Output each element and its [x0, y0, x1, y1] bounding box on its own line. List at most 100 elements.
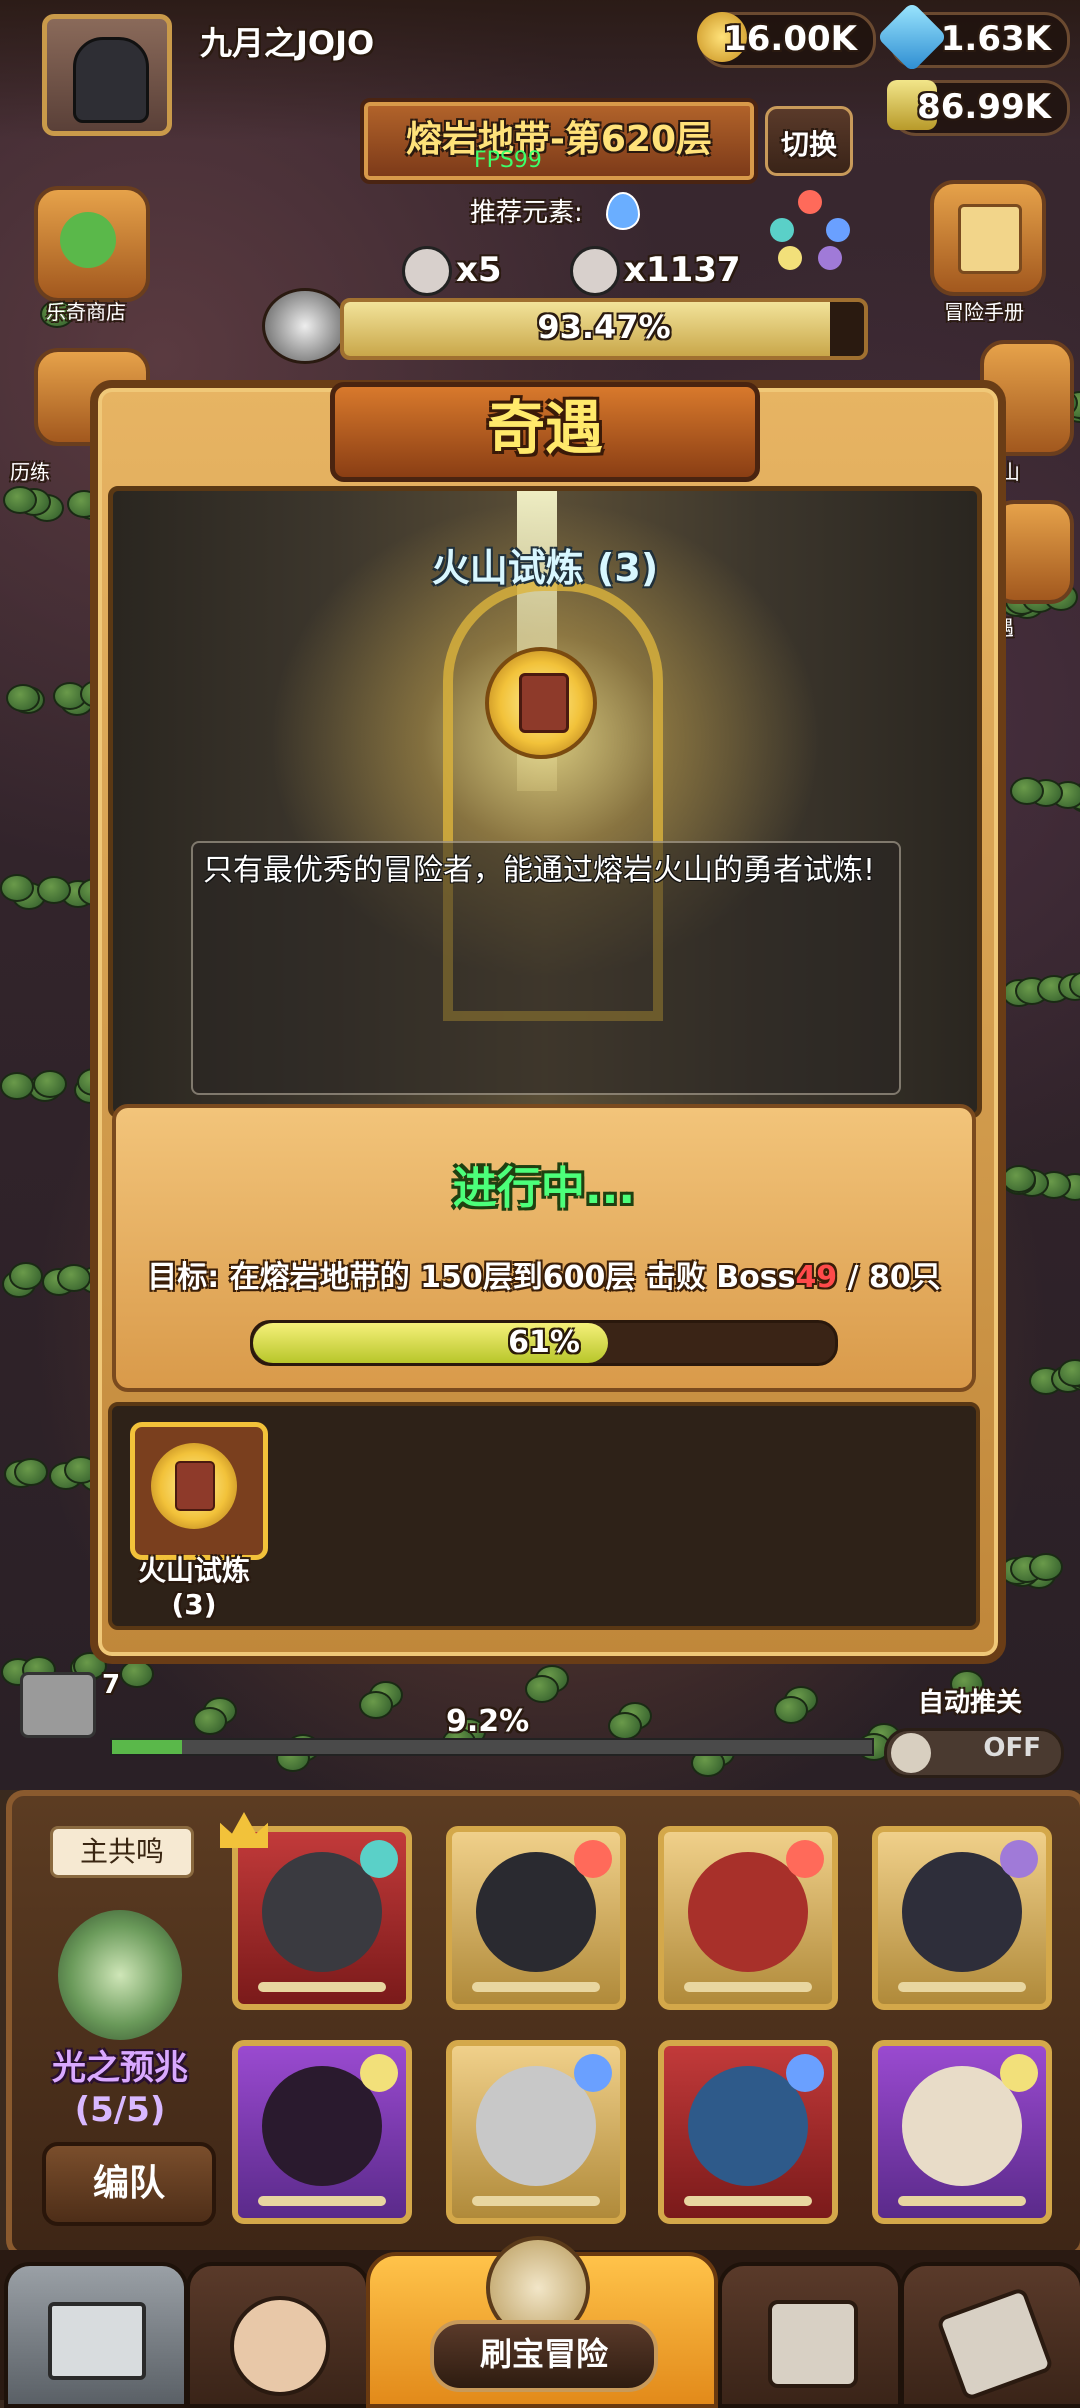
- enemy-minion: [2, 486, 37, 514]
- floor-title: 熔岩地带-第620层: [405, 119, 713, 160]
- emblem-count: (5/5): [74, 2090, 166, 2130]
- enemy-minion: [1029, 1553, 1064, 1581]
- goal-prefix: 目标: 在熔岩地带的 150层到600层 击败 Boss: [147, 1260, 796, 1295]
- clover-icon: [60, 212, 116, 268]
- enemy-minion: [56, 1264, 91, 1292]
- emblem-name: 光之预兆: [52, 2048, 188, 2088]
- hero-card-sorcerer[interactable]: [232, 2040, 412, 2224]
- enemy-minion: [193, 1707, 227, 1735]
- goal-total: / 80只: [837, 1260, 941, 1295]
- nav-adventure-label: 刷宝冒险: [430, 2320, 658, 2392]
- reward-label: 火山试炼 (3): [112, 1554, 276, 1622]
- auto-advance-toggle[interactable]: OFF: [884, 1728, 1064, 1778]
- switch-button[interactable]: 切换: [765, 106, 853, 176]
- reward-area: 火山试炼 (3): [108, 1402, 980, 1630]
- toggle-state: OFF: [983, 1733, 1041, 1763]
- adventure-manual-button[interactable]: [930, 180, 1046, 296]
- trial-medal-icon: [485, 647, 597, 759]
- hero-card-ninja[interactable]: [658, 2040, 838, 2224]
- player-avatar[interactable]: [42, 14, 172, 136]
- hero-hp-bar: [472, 2196, 600, 2206]
- fire-element-icon: [574, 1840, 612, 1878]
- shop-label: 乐奇商店: [46, 300, 126, 324]
- enemy-minion: [32, 1070, 67, 1098]
- boss-skull-icon: [402, 246, 452, 296]
- goal-text: 目标: 在熔岩地带的 150层到600层 击败 Boss49 / 80只: [116, 1252, 972, 1296]
- enemy-kill-count: x1137: [624, 250, 741, 290]
- light-element-icon: [360, 2054, 398, 2092]
- hammer-icon: [935, 2286, 1055, 2402]
- switch-label: 切换: [780, 128, 837, 161]
- player-name: 九月之JOJO: [200, 24, 375, 62]
- boss-progress-text: 93.47%: [537, 308, 671, 346]
- water-element-icon: [606, 192, 640, 230]
- dialog-title: 奇遇: [486, 394, 603, 462]
- emblem-icon[interactable]: [58, 1910, 182, 2040]
- history-label: 历练: [10, 460, 50, 484]
- hero-hp-bar: [898, 1982, 1026, 1992]
- hero-face-icon: [230, 2296, 330, 2396]
- chest-icon[interactable]: [20, 1672, 96, 1738]
- shop-button[interactable]: [34, 186, 150, 302]
- gold-counter: 16.00K: [697, 12, 876, 68]
- enemy-skull-icon: [570, 246, 620, 296]
- reward-item[interactable]: [130, 1422, 268, 1560]
- potion-value: 86.99K: [917, 87, 1051, 127]
- book-icon: [519, 673, 569, 733]
- nav-forge-button[interactable]: [900, 2262, 1080, 2408]
- hero-card-knight[interactable]: [232, 1826, 412, 2010]
- fire-element-icon: [786, 1840, 824, 1878]
- enemy-minion: [608, 1712, 642, 1740]
- boss-skull-badge-icon: [262, 288, 348, 364]
- scroll-icon: [958, 204, 1022, 274]
- fps-counter: FPS99: [474, 148, 542, 173]
- reward-label-line2: (3): [171, 1588, 217, 1621]
- manual-label: 冒险手册: [944, 300, 1024, 324]
- enemy-minion: [8, 1262, 43, 1290]
- goal-progress-bar: 61%: [250, 1320, 838, 1366]
- resonance-tag: 主共鸣: [50, 1826, 194, 1878]
- stage-progress-bar: [110, 1738, 874, 1756]
- gem-counter: 1.63K: [876, 1, 1070, 73]
- formation-button[interactable]: 编队: [42, 2142, 216, 2226]
- water-element-icon: [574, 2054, 612, 2092]
- dark-element-icon: [1000, 1840, 1038, 1878]
- book-icon: [175, 1461, 215, 1511]
- status-panel: 进行中... 目标: 在熔岩地带的 150层到600层 击败 Boss49 / …: [112, 1104, 976, 1392]
- boss-progress-bar: 93.47%: [340, 298, 868, 360]
- boss-kill-count: x5: [456, 250, 502, 290]
- enemy-minion: [774, 1696, 808, 1724]
- enemy-minion: [36, 876, 71, 904]
- nav-hero-button[interactable]: [186, 2262, 370, 2408]
- hero-card-demon[interactable]: [658, 1826, 838, 2010]
- hero-card-king[interactable]: [872, 2040, 1052, 2224]
- enemy-minion: [0, 1072, 35, 1100]
- hero-card-girl[interactable]: [446, 2040, 626, 2224]
- description-box: 只有最优秀的冒险者，能通过熔岩火山的勇者试炼!: [191, 841, 901, 1095]
- hero-hp-bar: [258, 1982, 386, 1992]
- hero-hp-bar: [258, 2196, 386, 2206]
- encounter-scene: 火山试炼 (3) 只有最优秀的冒险者，能通过熔岩火山的勇者试炼!: [108, 486, 982, 1118]
- light-element-icon: [1000, 2054, 1038, 2092]
- stage-progress-fill: [112, 1740, 182, 1754]
- status-text: 进行中...: [452, 1163, 636, 1214]
- enemy-minion: [525, 1675, 559, 1703]
- stage-progress-text: 9.2%: [446, 1704, 530, 1739]
- recommend-label: 推荐元素:: [470, 198, 583, 228]
- element-wheel-icon[interactable]: [770, 190, 850, 270]
- goal-progress-text: 61%: [508, 1325, 580, 1360]
- enemy-minion: [359, 1691, 393, 1719]
- toggle-knob: [891, 1733, 931, 1773]
- nav-shop-button[interactable]: [4, 2262, 188, 2408]
- enemy-minion: [1001, 1165, 1036, 1193]
- backpack-icon: [768, 2300, 858, 2388]
- gold-value: 16.00K: [723, 19, 857, 59]
- hero-hp-bar: [898, 2196, 1026, 2206]
- nav-inventory-button[interactable]: [718, 2262, 902, 2408]
- hero-hp-bar: [684, 1982, 812, 1992]
- hero-hp-bar: [472, 1982, 600, 1992]
- encounter-title: 火山试炼 (3): [431, 546, 659, 590]
- hero-card-reaper[interactable]: [872, 1826, 1052, 2010]
- hero-card-witch[interactable]: [446, 1826, 626, 2010]
- store-icon: [48, 2302, 146, 2380]
